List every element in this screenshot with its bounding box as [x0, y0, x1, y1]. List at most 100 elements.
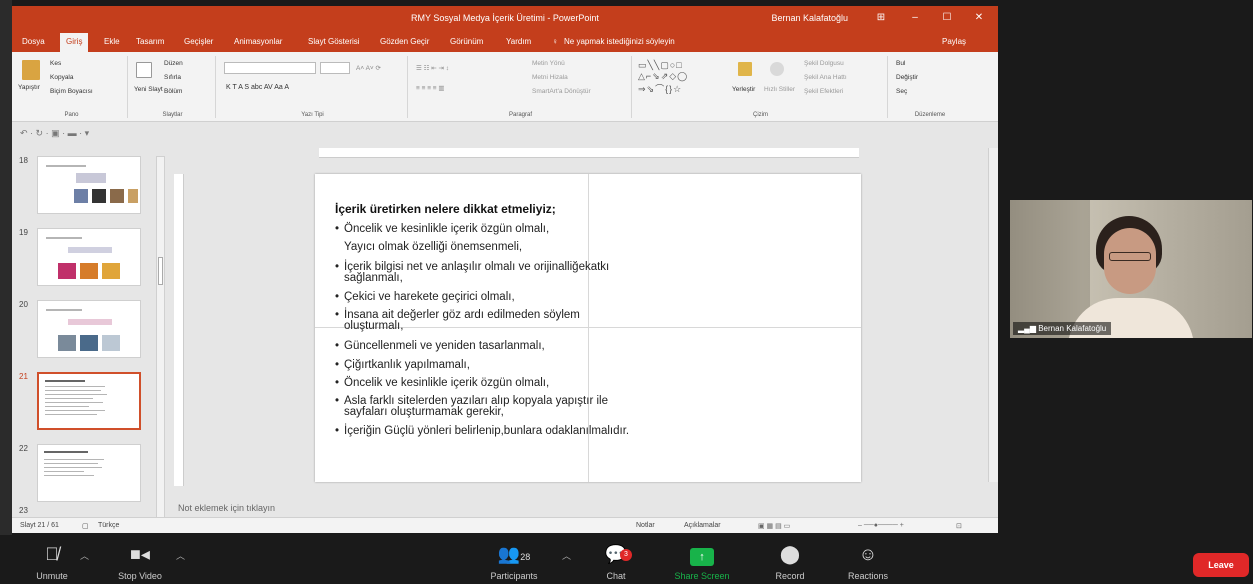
bullet-item[interactable]: • Çiğırtkanlık yapılmamalı, [335, 359, 470, 371]
bullet-item[interactable]: • Güncellenmeli ve yeniden tasarlanmalı, [335, 340, 545, 352]
slide-thumbnail[interactable] [37, 228, 141, 286]
accessibility-icon[interactable]: ▢ [82, 522, 89, 530]
tab-yardim[interactable]: Yardım [506, 37, 531, 46]
convert-smartart-button[interactable]: SmartArt'a Dönüştür [532, 88, 591, 95]
layout-button[interactable]: Düzen [164, 60, 183, 67]
tab-animasyonlar[interactable]: Animasyonlar [234, 37, 282, 46]
font-size-input[interactable] [320, 62, 350, 74]
stop-video-button[interactable]: ■◂ Stop Video [100, 543, 180, 581]
list-buttons[interactable]: ☰ ☷ ⇤ ⇥ ↕ [416, 64, 449, 72]
record-icon: ⬤ [779, 544, 801, 564]
current-slide[interactable]: İçerik üretirken nelere dikkat etmeliyiz… [315, 174, 861, 482]
tell-me-search[interactable]: Ne yapmak istediğinizi söyleyin [564, 37, 675, 46]
tab-gecisler[interactable]: Geçişler [184, 37, 213, 46]
tab-gozden-gecir[interactable]: Gözden Geçir [380, 37, 429, 46]
video-options-chevron-icon[interactable]: ︿ [176, 549, 185, 562]
notes-pane[interactable]: Not eklemek için tıklayın [174, 499, 986, 517]
window-edge [0, 0, 12, 535]
font-format-buttons[interactable]: K T A S abc AV Aa A [226, 84, 289, 91]
audio-options-chevron-icon[interactable]: ︿ [80, 549, 89, 562]
signed-in-user[interactable]: Bernan Kalafatoğlu [771, 13, 848, 23]
share-screen-button[interactable]: ↑ Share Screen [662, 543, 742, 581]
cut-button[interactable]: Kes [50, 60, 61, 67]
close-button[interactable]: ✕ [966, 10, 992, 26]
fit-slide-icon[interactable]: ⊡ [956, 522, 962, 530]
bullet-item[interactable]: sayfaları oluşturmamak gerekir, [335, 406, 504, 418]
quick-styles-icon[interactable] [770, 62, 784, 76]
participants-button[interactable]: 👥28 Participants [474, 543, 554, 581]
arrange-button[interactable]: Yerleştir [732, 86, 755, 93]
find-button[interactable]: Bul [896, 60, 905, 67]
select-button[interactable]: Seç [896, 88, 907, 95]
tab-ekle[interactable]: Ekle [104, 37, 120, 46]
scrollbar-thumb[interactable] [158, 257, 163, 285]
bullet-item[interactable]: • Öncelik ve kesinlikle içerik özgün olma… [335, 223, 549, 235]
align-text-button[interactable]: Metni Hizala [532, 74, 568, 81]
tab-slayt-gosterisi[interactable]: Slayt Gösterisi [308, 37, 360, 46]
leave-button[interactable]: Leave [1193, 553, 1249, 577]
participants-options-chevron-icon[interactable]: ︿ [562, 549, 571, 562]
slide-thumbnail-pane: 18 19 20 21 22 23 [12, 144, 172, 515]
bullet-item[interactable]: sağlanmalı, [335, 272, 403, 284]
shapes-gallery[interactable]: ▭╲╲▢○□ △⌐⇘⇗◇◯ ⇒⇘⌒{}☆ [638, 60, 688, 95]
notes-toggle[interactable]: Notlar [636, 522, 655, 529]
paste-label[interactable]: Yapıştır [18, 84, 40, 91]
participant-name-label: ▂▄▆ Bernan Kalafatoğlu [1013, 322, 1112, 335]
bullet-item[interactable]: • İçeriğin Güçlü yönleri belirlenip,bunla… [335, 425, 629, 437]
horizontal-ruler [319, 148, 859, 158]
tab-giris[interactable]: Giriş [60, 33, 89, 52]
tab-gorunum[interactable]: Görünüm [450, 37, 483, 46]
bullet-item[interactable]: • Çekici ve harekete geçirici olmalı, [335, 291, 515, 303]
paste-icon[interactable] [22, 60, 40, 80]
ribbon-tabs: Dosya Giriş Ekle Tasarım Geçişler Animas… [12, 30, 998, 52]
format-painter-button[interactable]: Biçim Boyacısı [50, 88, 93, 95]
tab-dosya[interactable]: Dosya [22, 37, 45, 46]
thumbnail-scrollbar[interactable] [156, 156, 165, 518]
zoom-slider[interactable]: – ──●──── + [858, 522, 904, 529]
clipboard-group-label: Pano [64, 112, 79, 118]
text-direction-button[interactable]: Metin Yönü [532, 60, 565, 67]
record-button[interactable]: ⬤ Record [750, 543, 830, 581]
slide-title[interactable]: İçerik üretirken nelere dikkat etmeliyiz… [335, 202, 556, 216]
font-size-buttons[interactable]: A˄ A˅ ⟳ [356, 64, 381, 72]
slide-thumbnail[interactable] [37, 300, 141, 358]
maximize-button[interactable]: ☐ [934, 10, 960, 26]
minimize-button[interactable]: – [902, 10, 928, 26]
reactions-button[interactable]: ☺ Reactions [828, 543, 908, 581]
replace-button[interactable]: Değiştir [896, 74, 918, 81]
shape-effects-button[interactable]: Şekil Efektleri [804, 88, 843, 95]
bullet-item[interactable]: • Öncelik ve kesinlikle içerik özgün olma… [335, 377, 549, 389]
slide-scrollbar[interactable] [988, 148, 998, 482]
font-name-input[interactable] [224, 62, 316, 74]
share-button[interactable]: Paylaş [942, 37, 966, 46]
tab-tasarim[interactable]: Tasarım [136, 37, 164, 46]
bullet-item[interactable]: Yayıcı olmak özelliği önemsenmeli, [335, 241, 522, 253]
arrange-icon[interactable] [738, 62, 752, 76]
quick-access-toolbar[interactable]: ↶ · ↻ · ▣ · ▬ · ▾ [20, 128, 89, 139]
slide-thumbnail[interactable] [37, 156, 141, 214]
comments-toggle[interactable]: Açıklamalar [684, 522, 721, 529]
view-buttons[interactable]: ▣ ▦ ▤ ▭ [758, 522, 790, 530]
reset-button[interactable]: Sıfırla [164, 74, 181, 81]
new-slide-button[interactable]: Yeni Slayt [134, 86, 163, 93]
participant-video[interactable]: ▂▄▆ Bernan Kalafatoğlu [1010, 200, 1252, 338]
font-group-label: Yazı Tipi [301, 112, 324, 118]
chat-button[interactable]: 💬 3 Chat [576, 543, 656, 581]
shape-fill-button[interactable]: Şekil Dolgusu [804, 60, 844, 67]
bullet-item[interactable]: oluşturmalı, [335, 320, 403, 332]
ribbon-display-options-icon[interactable]: ⊞ [868, 10, 894, 26]
drawing-group: ▭╲╲▢○□ △⌐⇘⇗◇◯ ⇒⇘⌒{}☆ Yerleştir Hızlı Still… [634, 56, 888, 118]
slide-thumbnail-selected[interactable] [37, 372, 141, 430]
copy-button[interactable]: Kopyala [50, 74, 74, 81]
shape-outline-button[interactable]: Şekil Ana Hattı [804, 74, 847, 81]
alignment-buttons[interactable]: ≡ ≡ ≡ ≡ ▥ [416, 84, 445, 92]
participants-icon: 👥28 [497, 544, 531, 564]
slide-thumbnail[interactable] [37, 444, 141, 502]
lightbulb-icon: ♀ [552, 37, 558, 46]
new-slide-icon[interactable] [136, 62, 152, 78]
quick-styles-button[interactable]: Hızlı Stiller [764, 86, 795, 93]
language-indicator[interactable]: Türkçe [98, 522, 119, 529]
section-button[interactable]: Bölüm [164, 88, 182, 95]
powerpoint-window: RMY Sosyal Medya İçerik Üretimi - PowerP… [12, 6, 998, 533]
slides-group: Yeni Slayt Düzen Sıfırla Bölüm Slaytlar [130, 56, 216, 118]
